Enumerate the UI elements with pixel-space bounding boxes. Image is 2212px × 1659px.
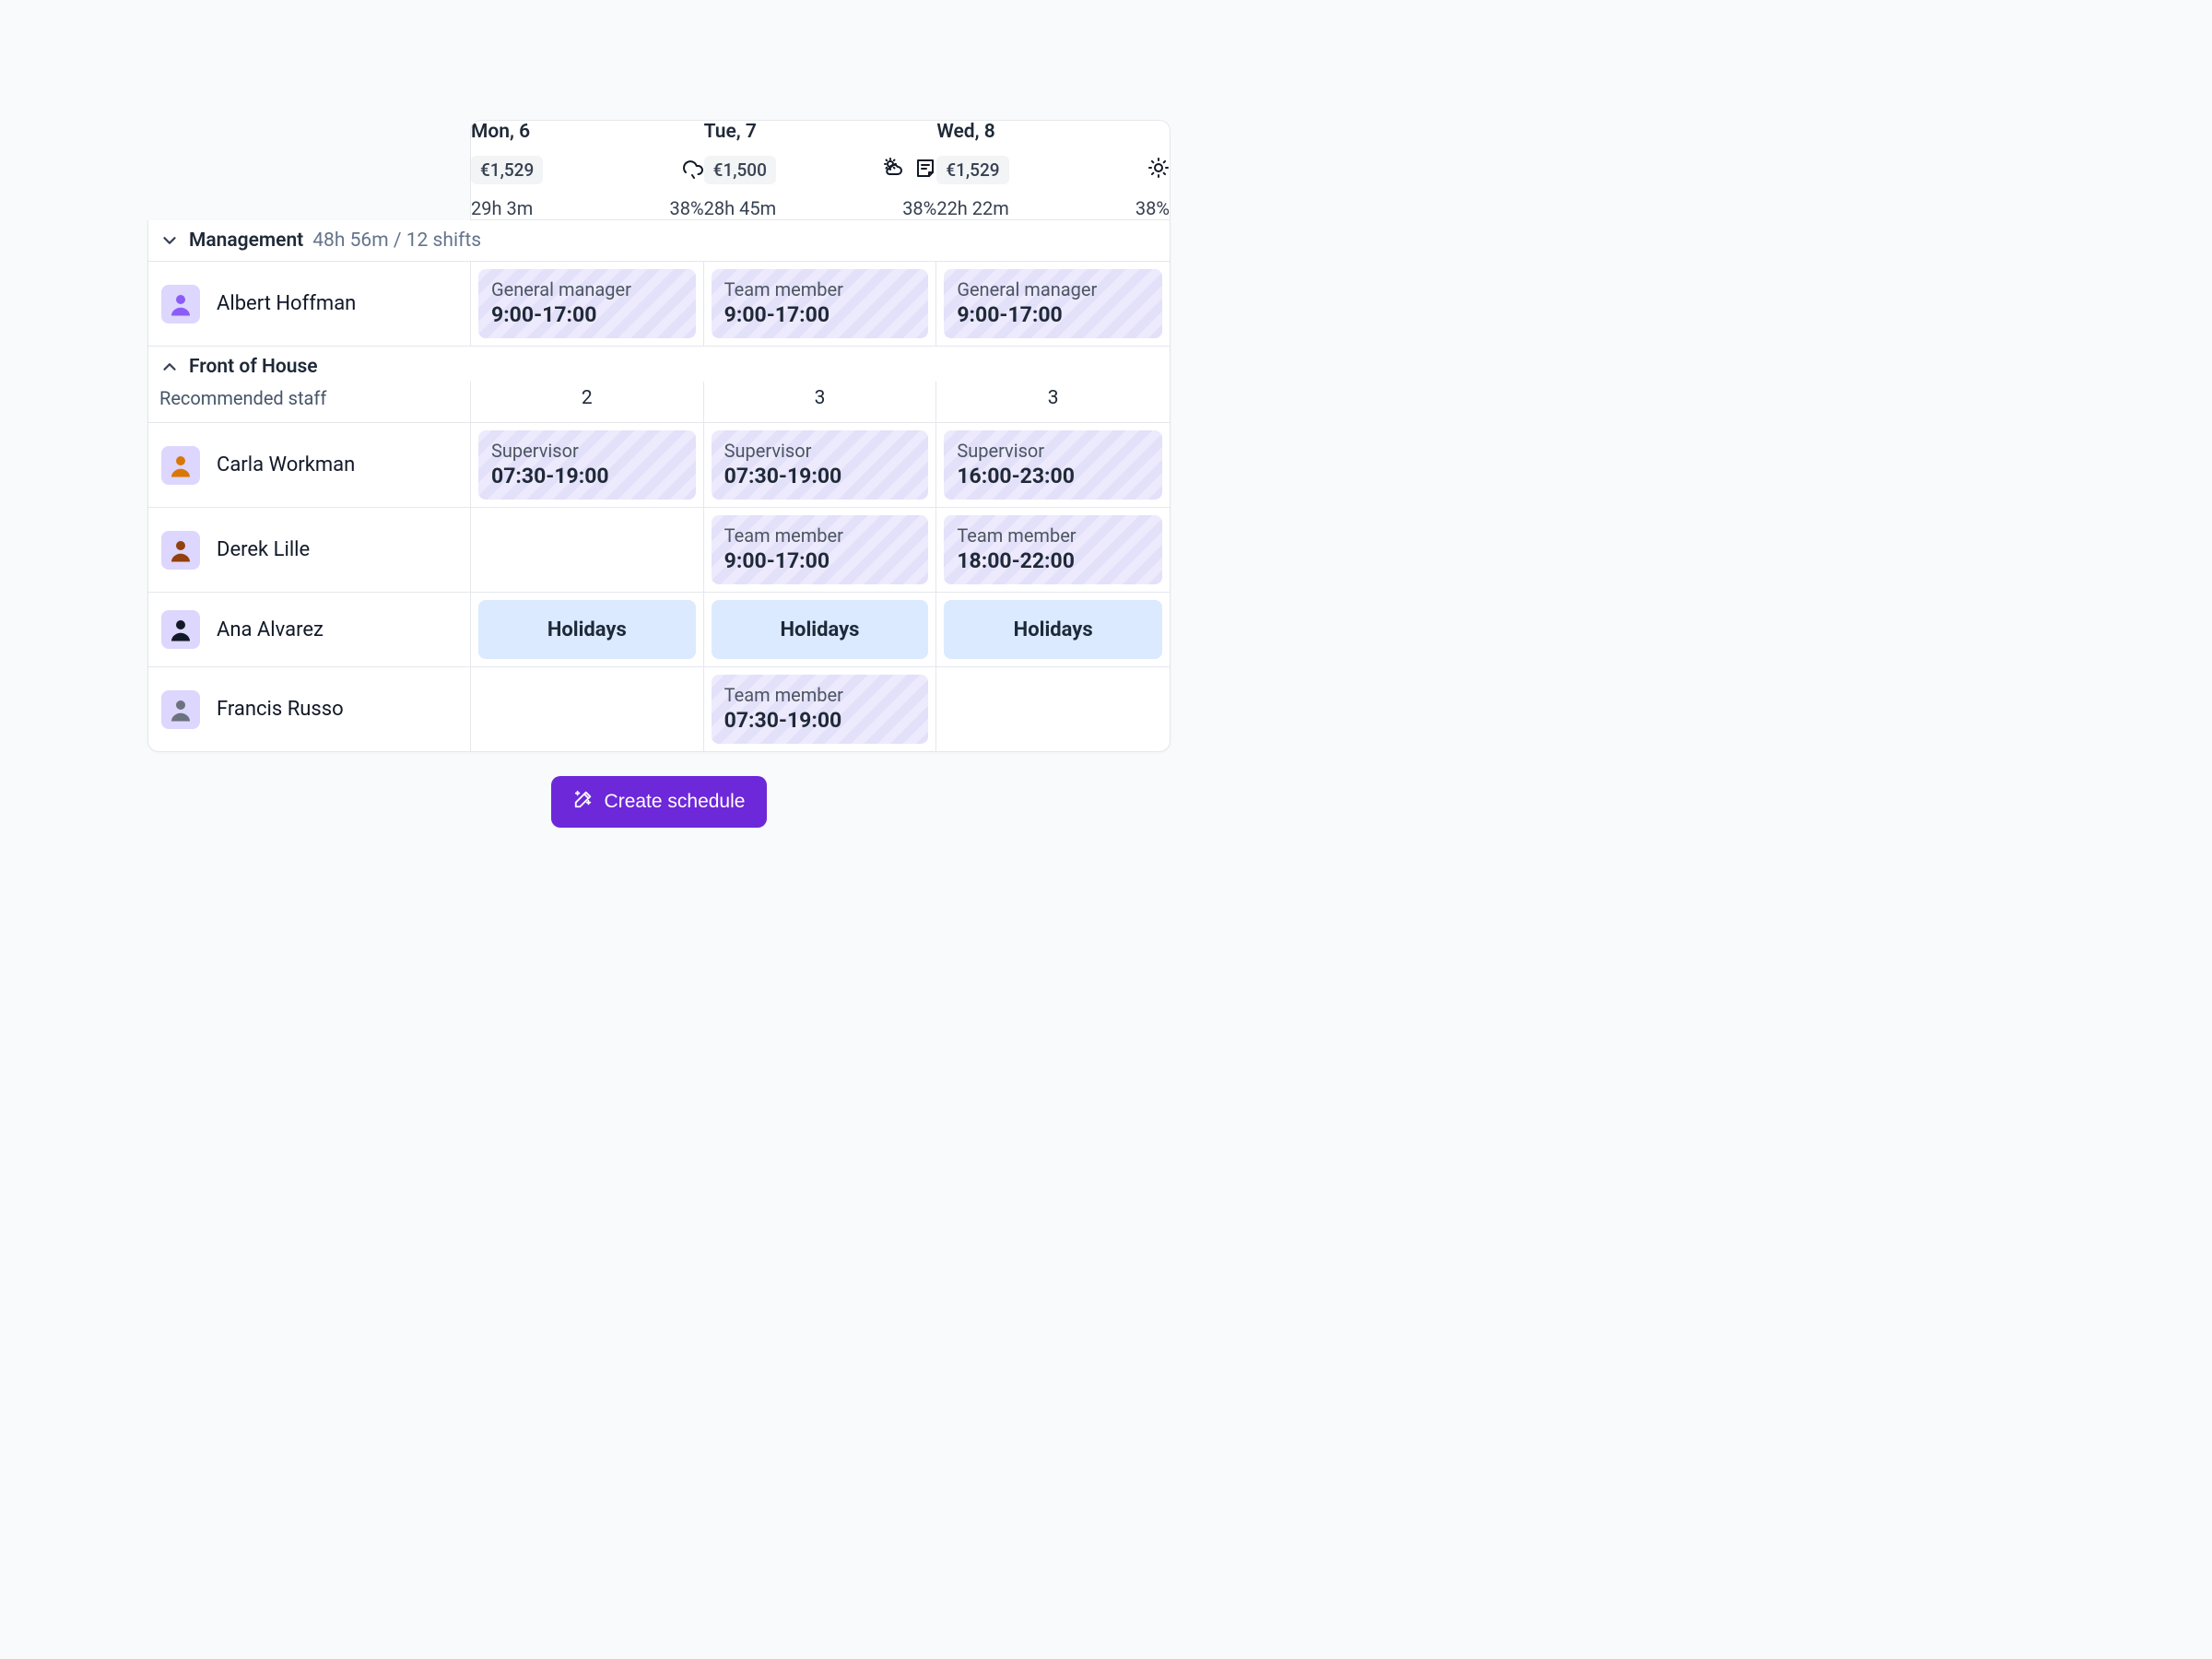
day-pct: 38% bbox=[902, 197, 936, 219]
day-pct: 38% bbox=[1135, 197, 1170, 219]
create-schedule-button[interactable]: Create schedule bbox=[551, 776, 768, 828]
shift-block[interactable]: Supervisor16:00-23:00 bbox=[944, 430, 1162, 500]
avatar bbox=[161, 446, 200, 485]
avatar bbox=[161, 690, 200, 729]
empty-shift-cell[interactable] bbox=[471, 667, 704, 751]
day-pct: 38% bbox=[670, 197, 704, 219]
day-label: Mon, 6 bbox=[471, 121, 704, 143]
recommended-count: 3 bbox=[704, 382, 937, 422]
employee-name: Carla Workman bbox=[217, 453, 355, 477]
shift-block[interactable]: Team member18:00-22:00 bbox=[944, 515, 1162, 584]
recommended-count: 3 bbox=[936, 382, 1170, 422]
employee-name: Ana Alvarez bbox=[217, 618, 324, 641]
employee-cell[interactable]: Albert Hoffman bbox=[148, 262, 471, 346]
chevron-up-icon bbox=[159, 357, 180, 377]
recommended-label: Recommended staff bbox=[148, 382, 471, 422]
magic-wand-icon bbox=[573, 789, 594, 815]
employee-row-albert: Albert Hoffman General manager9:00-17:00… bbox=[148, 262, 1170, 347]
day-header-mon[interactable]: Mon, 6 €1,529 29h 3m 38% bbox=[471, 121, 704, 219]
sales-badge: €1,529 bbox=[936, 156, 1008, 184]
shift-block[interactable]: Team member9:00-17:00 bbox=[712, 269, 929, 338]
group-title: Management bbox=[189, 229, 303, 252]
employee-row-francis: Francis Russo Team member07:30-19:00 bbox=[148, 667, 1170, 751]
employee-name: Derek Lille bbox=[217, 538, 310, 561]
empty-shift-cell[interactable] bbox=[471, 508, 704, 592]
day-hours: 28h 45m bbox=[704, 197, 776, 219]
weather-rain-icon bbox=[682, 157, 704, 183]
day-hours: 29h 3m bbox=[471, 197, 533, 219]
employee-cell[interactable]: Derek Lille bbox=[148, 508, 471, 592]
holiday-block[interactable]: Holidays bbox=[712, 600, 929, 659]
group-header-management[interactable]: Management 48h 56m / 12 shifts bbox=[148, 220, 1170, 262]
group-title: Front of House bbox=[189, 356, 318, 378]
employee-name: Albert Hoffman bbox=[217, 292, 356, 315]
avatar bbox=[161, 531, 200, 570]
group-meta: 48h 56m / 12 shifts bbox=[312, 229, 481, 252]
day-header-wed[interactable]: Wed, 8 €1,529 22h 22m 38% bbox=[936, 121, 1170, 219]
schedule-day-headers: Mon, 6 €1,529 29h 3m 38% Tue, 7 €1,500 bbox=[470, 120, 1171, 220]
employee-row-ana: Ana Alvarez Holidays Holidays Holidays bbox=[148, 593, 1170, 667]
employee-name: Francis Russo bbox=[217, 698, 344, 721]
schedule-grid: Management 48h 56m / 12 shifts Albert Ho… bbox=[147, 220, 1171, 752]
shift-block[interactable]: Team member9:00-17:00 bbox=[712, 515, 929, 584]
day-hours: 22h 22m bbox=[936, 197, 1008, 219]
weather-partly-icon bbox=[883, 157, 905, 183]
day-header-tue[interactable]: Tue, 7 €1,500 28h 45m 38% bbox=[704, 121, 937, 219]
avatar bbox=[161, 610, 200, 649]
shift-block[interactable]: Supervisor07:30-19:00 bbox=[478, 430, 696, 500]
avatar bbox=[161, 285, 200, 324]
empty-shift-cell[interactable] bbox=[936, 667, 1170, 751]
employee-row-carla: Carla Workman Supervisor07:30-19:00 Supe… bbox=[148, 423, 1170, 508]
shift-block[interactable]: Team member07:30-19:00 bbox=[712, 675, 929, 744]
day-label: Wed, 8 bbox=[936, 121, 1170, 143]
employee-cell[interactable]: Ana Alvarez bbox=[148, 593, 471, 666]
holiday-block[interactable]: Holidays bbox=[478, 600, 696, 659]
shift-block[interactable]: General manager9:00-17:00 bbox=[478, 269, 696, 338]
weather-sun-icon bbox=[1147, 157, 1170, 183]
sales-badge: €1,529 bbox=[471, 156, 543, 184]
note-icon[interactable] bbox=[914, 157, 936, 183]
holiday-block[interactable]: Holidays bbox=[944, 600, 1162, 659]
sales-badge: €1,500 bbox=[704, 156, 776, 184]
chevron-down-icon bbox=[159, 230, 180, 251]
recommended-count: 2 bbox=[471, 382, 704, 422]
cta-label: Create schedule bbox=[605, 791, 746, 813]
employee-cell[interactable]: Francis Russo bbox=[148, 667, 471, 751]
group-header-foh[interactable]: Front of House bbox=[148, 347, 1170, 382]
day-label: Tue, 7 bbox=[704, 121, 937, 143]
recommended-staff-row: Recommended staff 2 3 3 bbox=[148, 382, 1170, 423]
employee-cell[interactable]: Carla Workman bbox=[148, 423, 471, 507]
shift-block[interactable]: General manager9:00-17:00 bbox=[944, 269, 1162, 338]
employee-row-derek: Derek Lille Team member9:00-17:00 Team m… bbox=[148, 508, 1170, 593]
shift-block[interactable]: Supervisor07:30-19:00 bbox=[712, 430, 929, 500]
